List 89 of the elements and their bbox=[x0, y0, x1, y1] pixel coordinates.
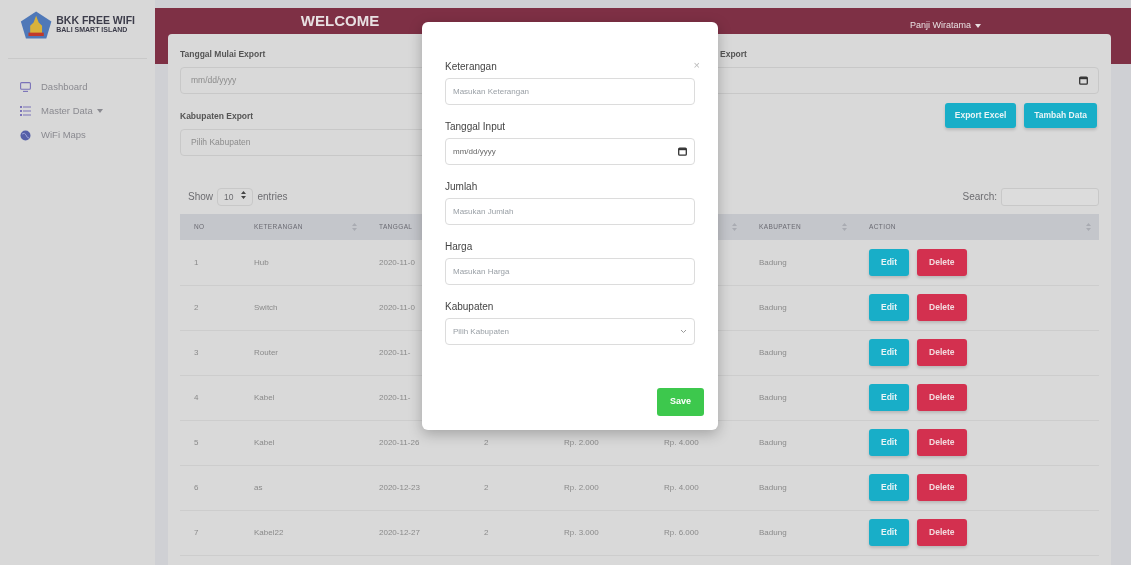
table-cell: Rp. 2.000 bbox=[564, 437, 599, 447]
table-cell: Switch bbox=[254, 302, 278, 312]
delete-button[interactable]: Delete bbox=[917, 249, 967, 276]
table-cell: Badung bbox=[759, 527, 787, 537]
save-button[interactable]: Save bbox=[656, 388, 704, 416]
calendar-icon bbox=[678, 147, 687, 156]
nav-item[interactable]: Dashboard bbox=[8, 75, 147, 99]
updown-caret-icon bbox=[241, 190, 247, 199]
input-field[interactable]: Masukan Jumlah bbox=[445, 198, 695, 225]
field-label: Jumlah bbox=[445, 180, 479, 193]
field-label: Export bbox=[719, 48, 748, 61]
table-cell: Kabel22 bbox=[254, 527, 284, 537]
table-cell: 2020-11- bbox=[379, 347, 411, 357]
table-cell: 2 bbox=[194, 302, 199, 312]
table-cell: 2020-11-0 bbox=[379, 257, 415, 267]
table-cell: 7 bbox=[194, 527, 199, 537]
user-menu[interactable]: Panji Wiratama bbox=[909, 8, 981, 33]
table-cell: Rp. 6.000 bbox=[664, 527, 699, 537]
table-cell: 2020-12-27 bbox=[379, 527, 420, 537]
table-cell: Router bbox=[254, 347, 278, 357]
brand-title: BKK FREE WIFI bbox=[56, 14, 135, 25]
table-cell: 2020-11- bbox=[379, 392, 411, 402]
table-cell: 4 bbox=[194, 392, 199, 402]
edit-button[interactable]: Edit bbox=[869, 429, 910, 457]
table-cell: 2 bbox=[484, 482, 489, 492]
table-cell: 3 bbox=[194, 347, 199, 357]
edit-button[interactable]: Edit bbox=[869, 339, 910, 367]
action-button[interactable]: Export Excel bbox=[944, 102, 1017, 128]
table-cell: Badung bbox=[759, 347, 787, 357]
edit-button[interactable]: Edit bbox=[869, 249, 910, 276]
edit-button[interactable]: Edit bbox=[869, 474, 910, 502]
sort-icon[interactable] bbox=[732, 223, 737, 232]
entries-label: entries bbox=[257, 190, 288, 205]
edit-button[interactable]: Edit bbox=[869, 384, 910, 412]
globe-icon bbox=[20, 129, 31, 141]
table-cell: 1 bbox=[194, 257, 199, 267]
delete-button[interactable]: Delete bbox=[917, 519, 967, 547]
table-cell: Rp. 4.000 bbox=[664, 437, 699, 447]
delete-button[interactable]: Delete bbox=[917, 429, 967, 457]
field-label: Kabupaten bbox=[445, 300, 495, 313]
table-cell: Badung bbox=[759, 257, 787, 267]
table-cell: Rp. 4.000 bbox=[664, 482, 699, 492]
edit-button[interactable]: Edit bbox=[869, 294, 910, 322]
table-cell: Badung bbox=[759, 302, 787, 312]
delete-button[interactable]: Delete bbox=[917, 384, 967, 412]
table-cell: Rp. 3.000 bbox=[564, 527, 599, 537]
table-cell: as bbox=[254, 482, 263, 492]
input-field[interactable]: Masukan Harga bbox=[445, 258, 695, 285]
list-icon bbox=[20, 106, 31, 116]
calendar-icon bbox=[1079, 75, 1088, 85]
edit-button[interactable]: Edit bbox=[869, 519, 910, 547]
field-label: Tanggal Mulai Export bbox=[180, 48, 267, 61]
show-label: Show bbox=[187, 190, 213, 205]
table-cell: Kabel bbox=[254, 392, 275, 402]
table-cell: Hub bbox=[254, 257, 269, 267]
table-cell: 2020-11-26 bbox=[379, 437, 420, 447]
action-button[interactable]: Tambah Data bbox=[1024, 102, 1097, 128]
table-cell: Kabel bbox=[254, 437, 275, 447]
sort-icon[interactable] bbox=[842, 223, 847, 232]
caret-icon bbox=[96, 109, 103, 114]
page-title: WELCOME bbox=[299, 11, 381, 31]
table-cell: 2020-11-0 bbox=[379, 302, 415, 312]
table-cell: 2020-12-23 bbox=[379, 482, 420, 492]
close-button[interactable]: × bbox=[693, 60, 700, 71]
search-label: Search: bbox=[962, 190, 997, 205]
caret-icon bbox=[975, 23, 981, 28]
field-label: Harga bbox=[445, 240, 474, 253]
page-length-select[interactable]: 10 bbox=[217, 187, 254, 207]
nav-item[interactable]: Master Data bbox=[8, 99, 147, 123]
delete-button[interactable]: Delete bbox=[917, 294, 967, 322]
sort-icon[interactable] bbox=[352, 223, 357, 232]
chevron-down-icon bbox=[680, 329, 687, 334]
sort-icon[interactable] bbox=[1086, 223, 1091, 232]
table-cell: Badung bbox=[759, 482, 787, 492]
table-cell: 2 bbox=[484, 527, 489, 537]
table-cell: Badung bbox=[759, 392, 787, 402]
date-input-field[interactable]: mm/dd/yyyy bbox=[445, 138, 695, 165]
delete-button[interactable]: Delete bbox=[917, 339, 967, 367]
table-cell: Badung bbox=[759, 437, 787, 447]
table-cell: 6 bbox=[194, 482, 199, 492]
select-field[interactable]: Pilih Kabupaten bbox=[445, 318, 695, 345]
nav-item[interactable]: WiFi Maps bbox=[8, 123, 147, 147]
table-cell: Rp. 2.000 bbox=[564, 482, 599, 492]
input-field[interactable]: Masukan Keterangan bbox=[445, 78, 695, 105]
table-cell: 2 bbox=[484, 437, 489, 447]
table-cell: 5 bbox=[194, 437, 199, 447]
field-label: Kabupaten Export bbox=[180, 109, 255, 123]
monitor-icon bbox=[20, 82, 31, 92]
delete-button[interactable]: Delete bbox=[917, 474, 967, 502]
